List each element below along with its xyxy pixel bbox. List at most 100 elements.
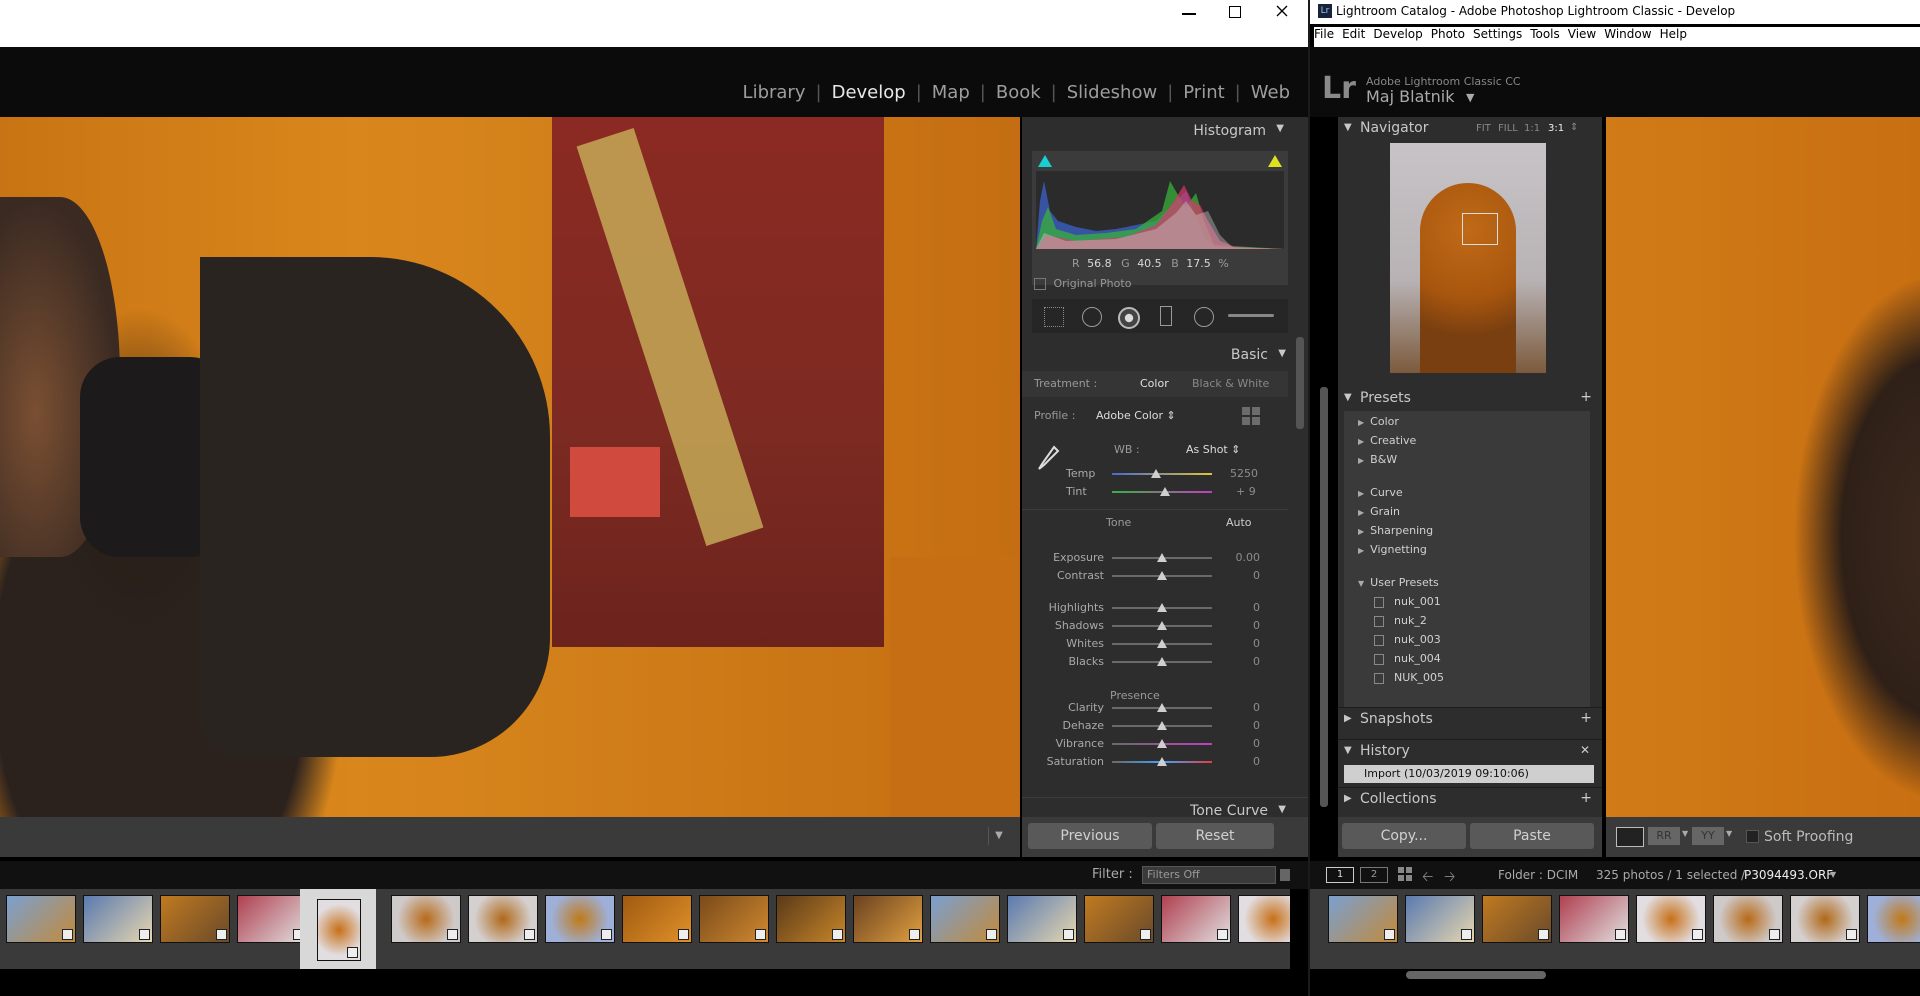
filmstrip-thumbnail[interactable]: [83, 895, 153, 943]
basic-header[interactable]: Basic ▼: [1022, 343, 1308, 369]
basic-collapse-icon[interactable]: ▼: [1278, 348, 1286, 359]
filmstrip-thumbnail[interactable]: [1790, 895, 1860, 943]
tint-knob[interactable]: [1160, 487, 1170, 496]
presets-header[interactable]: ▼ Presets +: [1338, 387, 1602, 411]
user-preset-item[interactable]: nuk_004: [1374, 652, 1441, 665]
filmstrip-lock-icon[interactable]: [1280, 869, 1290, 881]
spot-removal-icon[interactable]: [1082, 307, 1102, 327]
filmstrip-thumbnail[interactable]: [1405, 895, 1475, 943]
user-preset-item[interactable]: NUK_005: [1374, 671, 1444, 684]
slider-value-dehaze[interactable]: 0: [1220, 719, 1260, 732]
user-preset-item[interactable]: nuk_2: [1374, 614, 1427, 627]
filmstrip-thumbnail[interactable]: [776, 895, 846, 943]
preset-folder-grain[interactable]: ▶ Grain: [1358, 505, 1400, 518]
user-preset-item[interactable]: nuk_001: [1374, 595, 1441, 608]
red-eye-icon[interactable]: [1118, 307, 1140, 329]
main-photo[interactable]: [0, 117, 1020, 817]
history-collapse-icon[interactable]: ▼: [1344, 745, 1352, 756]
module-book[interactable]: Book: [996, 82, 1041, 103]
menu-edit[interactable]: Edit: [1342, 27, 1365, 47]
filmstrip-thumbnail[interactable]: [1328, 895, 1398, 943]
secondary-window-button[interactable]: 2: [1360, 867, 1388, 883]
soft-proofing-checkbox[interactable]: [1746, 830, 1759, 843]
user-preset-item[interactable]: nuk_003: [1374, 633, 1441, 646]
close-icon[interactable]: [1276, 5, 1288, 17]
menu-tools[interactable]: Tools: [1530, 27, 1560, 47]
slider-knob-whites[interactable]: [1157, 639, 1167, 648]
module-print[interactable]: Print: [1183, 82, 1224, 103]
filmstrip-thumbnail[interactable]: [160, 895, 230, 943]
filmstrip-thumbnail[interactable]: [1482, 895, 1552, 943]
navigator-header[interactable]: ▼ Navigator FIT FILL 1:1 3:1 ⇕: [1338, 117, 1602, 141]
filmstrip-thumbnail[interactable]: [1636, 895, 1706, 943]
eyedropper-icon[interactable]: [1034, 443, 1060, 473]
temp-slider[interactable]: [1112, 473, 1212, 475]
filmstrip-thumbnail[interactable]: [1559, 895, 1629, 943]
folder-expand-icon[interactable]: ▶: [1358, 418, 1364, 427]
snapshots-header[interactable]: ▶ Snapshots +: [1338, 707, 1602, 732]
wb-select[interactable]: As Shot ⇕: [1186, 443, 1240, 456]
zoom-1-1[interactable]: 1:1: [1524, 123, 1540, 134]
menu-photo[interactable]: Photo: [1431, 27, 1465, 47]
forward-arrow-icon[interactable]: 🡢: [1444, 866, 1455, 890]
preset-folder-curve[interactable]: ▶ Curve: [1358, 486, 1403, 499]
paste-button[interactable]: Paste: [1470, 823, 1594, 849]
slider-value-highlights[interactable]: 0: [1220, 601, 1260, 614]
before-after-dropdown-icon[interactable]: ▼: [1682, 829, 1688, 838]
temp-knob[interactable]: [1151, 469, 1161, 478]
module-web[interactable]: Web: [1251, 82, 1290, 103]
slider-value-contrast[interactable]: 0: [1220, 569, 1260, 582]
filmstrip-thumbnail[interactable]: [468, 895, 538, 943]
treatment-color[interactable]: Color: [1140, 377, 1169, 390]
slider-value-blacks[interactable]: 0: [1220, 655, 1260, 668]
folder-expand-icon[interactable]: ▶: [1358, 546, 1364, 555]
toolbar-menu-icon[interactable]: ▼: [988, 827, 1009, 845]
user-name[interactable]: Maj Blatnik: [1366, 87, 1455, 106]
filmstrip-thumbnail[interactable]: [317, 899, 361, 961]
filmstrip-thumbnail[interactable]: [237, 895, 307, 943]
slider-knob-vibrance[interactable]: [1157, 739, 1167, 748]
filmstrip-thumbnail[interactable]: [853, 895, 923, 943]
slider-knob-exposure[interactable]: [1157, 553, 1167, 562]
module-map[interactable]: Map: [932, 82, 970, 103]
preset-folder-user-presets[interactable]: ▼ User Presets: [1358, 576, 1439, 589]
histogram-header[interactable]: Histogram ▼: [1022, 117, 1288, 145]
navigator-preview[interactable]: [1390, 143, 1546, 373]
preset-folder-vignetting[interactable]: ▶ Vignetting: [1358, 543, 1427, 556]
loupe-view-icon[interactable]: [1616, 827, 1644, 847]
right-panel-scrollbar[interactable]: [1296, 337, 1304, 429]
back-arrow-icon[interactable]: 🡠: [1422, 866, 1433, 890]
before-after-icon[interactable]: RR: [1648, 827, 1680, 845]
slider-value-whites[interactable]: 0: [1220, 637, 1260, 650]
filmstrip-thumbnail[interactable]: [6, 895, 76, 943]
filename[interactable]: P3094493.ORF: [1744, 868, 1833, 882]
zoom-stepper-icon[interactable]: ⇕: [1570, 122, 1578, 133]
zoom-3-1[interactable]: 3:1: [1548, 123, 1564, 134]
slider-value-exposure[interactable]: 0.00: [1220, 551, 1261, 564]
filmstrip-thumbnail[interactable]: [930, 895, 1000, 943]
slider-knob-blacks[interactable]: [1157, 657, 1167, 666]
folder-collapse-icon[interactable]: ▼: [1358, 579, 1364, 588]
menu-develop[interactable]: Develop: [1373, 27, 1422, 47]
primary-window-button[interactable]: 1: [1326, 867, 1354, 883]
folder-expand-icon[interactable]: ▶: [1358, 508, 1364, 517]
auto-button[interactable]: Auto: [1226, 516, 1252, 529]
collections-header[interactable]: ▶ Collections +: [1338, 787, 1602, 812]
add-collection-icon[interactable]: +: [1580, 790, 1592, 806]
menu-settings[interactable]: Settings: [1473, 27, 1522, 47]
preset-folder-sharpening[interactable]: ▶ Sharpening: [1358, 524, 1433, 537]
module-slideshow[interactable]: Slideshow: [1067, 82, 1157, 103]
menu-view[interactable]: View: [1568, 27, 1596, 47]
maximize-icon[interactable]: [1229, 6, 1241, 18]
filmstrip-scrollbar[interactable]: [1406, 971, 1546, 979]
navigator-collapse-icon[interactable]: ▼: [1344, 122, 1352, 133]
menu-file[interactable]: File: [1314, 27, 1334, 47]
collections-collapse-icon[interactable]: ▶: [1344, 793, 1352, 804]
right-main-photo[interactable]: [1606, 117, 1920, 817]
copy-button[interactable]: Copy...: [1342, 823, 1466, 849]
module-develop[interactable]: Develop: [832, 82, 906, 103]
previous-button[interactable]: Previous: [1028, 823, 1152, 849]
original-photo-checkbox[interactable]: Original Photo: [1034, 277, 1131, 290]
tone-curve-collapse-icon[interactable]: ▼: [1278, 804, 1286, 815]
filmstrip-thumbnail[interactable]: [1007, 895, 1077, 943]
